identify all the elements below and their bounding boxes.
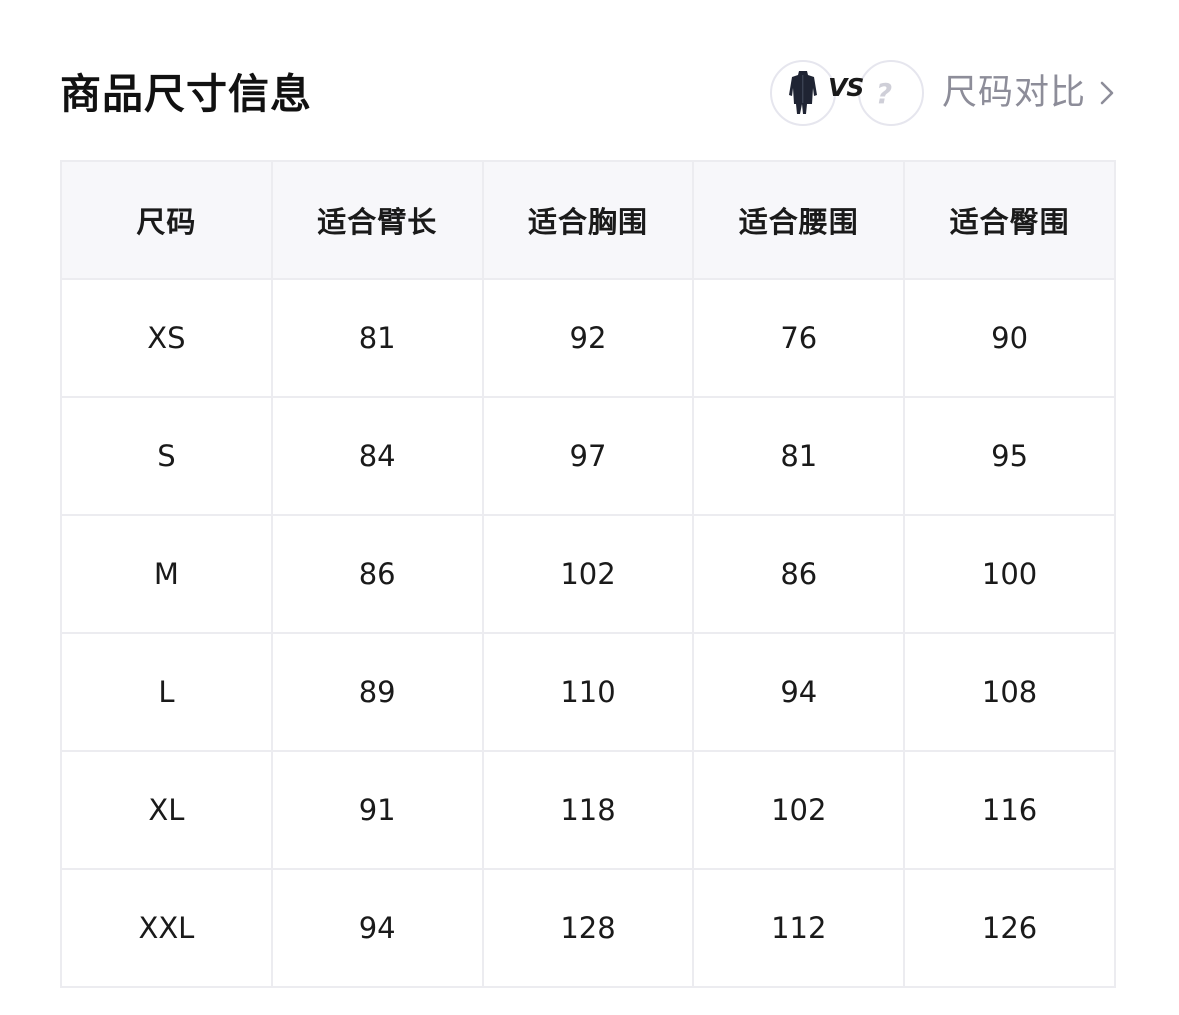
size-compare-label: 尺码对比 — [941, 73, 1086, 113]
size-cell: L — [60, 632, 273, 752]
chest-cell: 102 — [481, 514, 695, 634]
hip-cell: 95 — [903, 396, 1116, 516]
vs-comparison-badge: VS ? — [769, 59, 924, 127]
arm-length-cell: 86 — [270, 514, 484, 634]
vs-label: VS — [827, 73, 864, 102]
table-row: L 89 110 94 108 — [60, 632, 1116, 752]
hip-cell: 116 — [903, 750, 1116, 870]
chest-cell: 92 — [481, 278, 695, 398]
table-header-row: 尺码 适合臂长 适合胸围 适合腰围 适合臀围 — [60, 160, 1116, 280]
hip-cell: 100 — [903, 514, 1116, 634]
chevron-right-icon — [1098, 78, 1116, 108]
size-cell: S — [60, 396, 273, 516]
column-header-chest: 适合胸围 — [481, 160, 695, 280]
arm-length-cell: 89 — [270, 632, 484, 752]
waist-cell: 94 — [692, 632, 906, 752]
chest-cell: 97 — [481, 396, 695, 516]
table-row: S 84 97 81 95 — [60, 396, 1116, 516]
table-row: XXL 94 128 112 126 — [60, 868, 1116, 988]
arm-length-cell: 81 — [270, 278, 484, 398]
waist-cell: 81 — [692, 396, 906, 516]
chest-cell: 128 — [481, 868, 695, 988]
table-row: XS 81 92 76 90 — [60, 278, 1116, 398]
table-row: M 86 102 86 100 — [60, 514, 1116, 634]
hip-cell: 126 — [903, 868, 1116, 988]
waist-cell: 102 — [692, 750, 906, 870]
waist-cell: 76 — [692, 278, 906, 398]
column-header-waist: 适合腰围 — [692, 160, 906, 280]
size-cell: XS — [60, 278, 273, 398]
size-info-header: 商品尺寸信息 VS ? 尺码对比 — [60, 58, 1116, 128]
question-mark-icon: ? — [875, 76, 893, 110]
arm-length-cell: 94 — [270, 868, 484, 988]
chest-cell: 118 — [481, 750, 695, 870]
size-info-page: 商品尺寸信息 VS ? 尺码对比 尺码 适合臂长 适合胸围 适合腰围 适合臀围 … — [0, 0, 1179, 1015]
chest-cell: 110 — [481, 632, 695, 752]
jacket-thumbnail-icon — [769, 60, 836, 126]
size-cell: XXL — [60, 868, 273, 988]
hip-cell: 90 — [903, 278, 1116, 398]
hip-cell: 108 — [903, 632, 1116, 752]
size-table: 尺码 适合臂长 适合胸围 适合腰围 适合臀围 XS 81 92 76 90 S … — [60, 160, 1116, 988]
waist-cell: 112 — [692, 868, 906, 988]
size-cell: XL — [60, 750, 273, 870]
table-row: XL 91 118 102 116 — [60, 750, 1116, 870]
arm-length-cell: 84 — [270, 396, 484, 516]
unknown-product-circle: ? — [857, 60, 924, 126]
column-header-arm-length: 适合臂长 — [270, 160, 484, 280]
waist-cell: 86 — [692, 514, 906, 634]
page-title: 商品尺寸信息 — [60, 70, 312, 118]
arm-length-cell: 91 — [270, 750, 484, 870]
size-compare-button[interactable]: VS ? 尺码对比 — [769, 58, 1116, 128]
size-cell: M — [60, 514, 273, 634]
column-header-hip: 适合臀围 — [903, 160, 1116, 280]
column-header-size: 尺码 — [60, 160, 273, 280]
